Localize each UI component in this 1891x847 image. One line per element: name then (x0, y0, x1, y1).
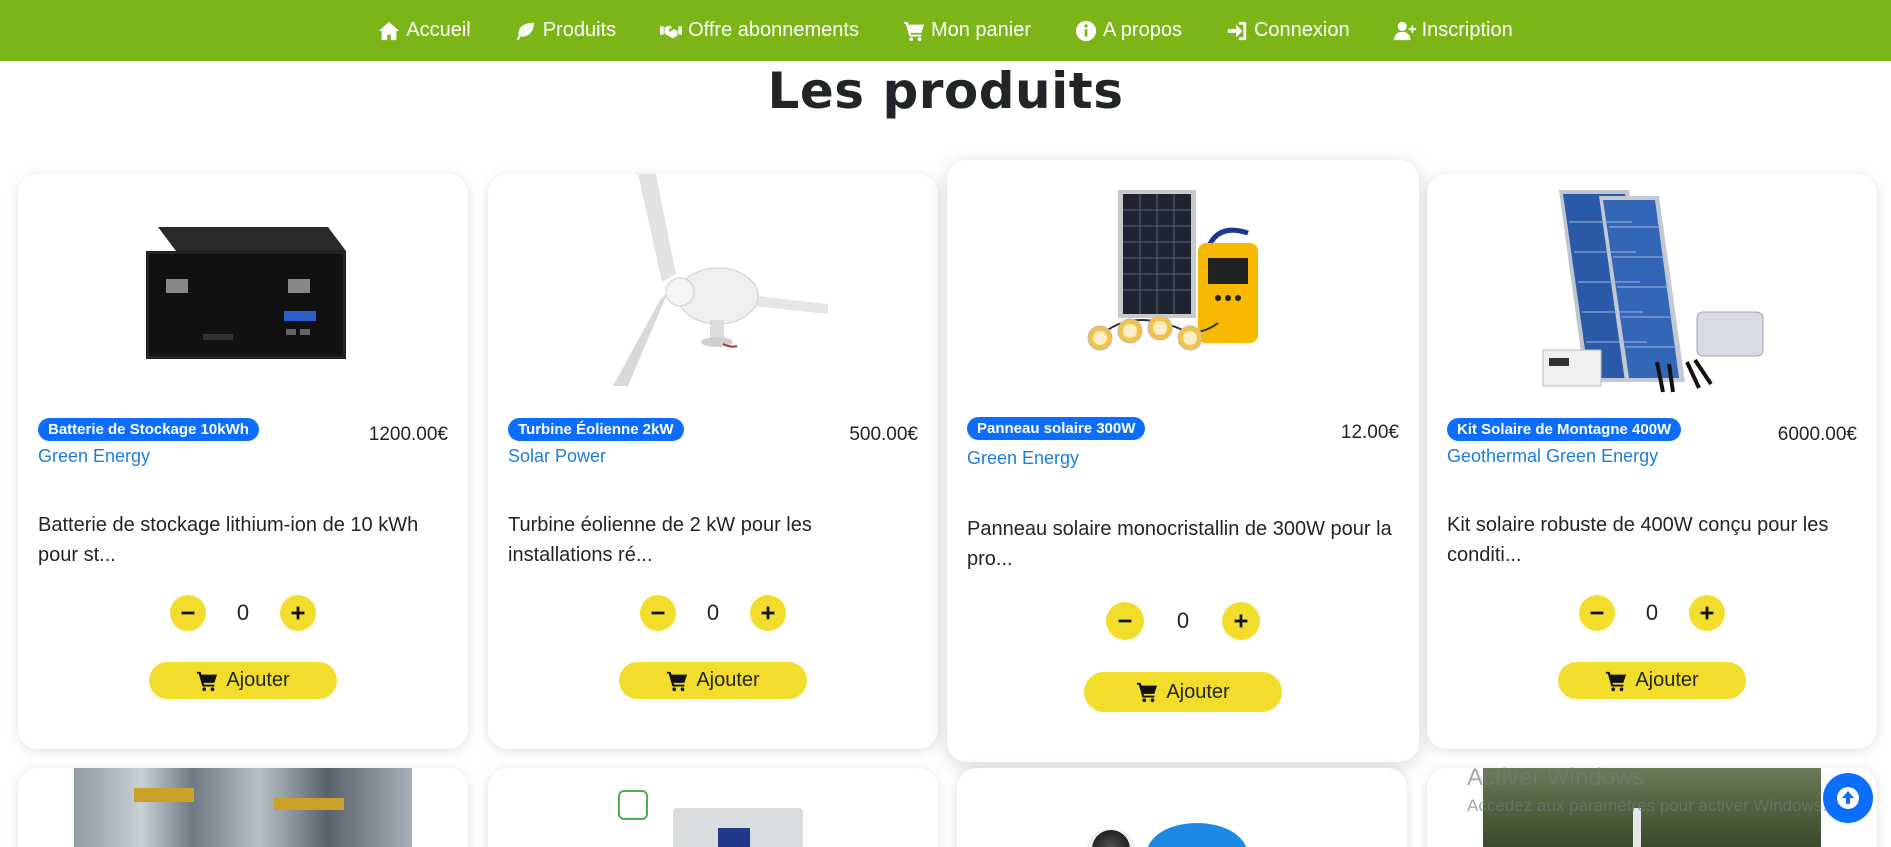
solar-kit-image (947, 188, 1419, 358)
increment-button[interactable] (1689, 595, 1725, 631)
add-label: Ajouter (1166, 680, 1230, 703)
cart-icon (1606, 671, 1627, 691)
cart-icon (1137, 682, 1158, 703)
add-label: Ajouter (226, 669, 290, 691)
leaf-icon (516, 22, 534, 40)
nav-item-mon-panier[interactable]: Mon panier (881, 0, 1053, 61)
product-description: Batterie de stockage lithium-ion de 10 k… (38, 514, 419, 566)
product-brand[interactable]: Green Energy (38, 446, 150, 467)
plus-icon (1234, 614, 1248, 628)
quantity-value: 0 (1645, 600, 1659, 625)
nav-item-offre-abonnements[interactable]: Offre abonnements (638, 0, 881, 61)
add-label: Ajouter (1635, 669, 1699, 691)
product-price: 500.00€ (849, 424, 918, 445)
minus-icon (1118, 619, 1132, 623)
product-card: Panneau solaire 300W 12.00€ Green Energy… (947, 160, 1419, 762)
page-title: Les produits (767, 62, 1124, 120)
product-card: Batterie de Stockage 10kWh 1200.00€ Gree… (18, 174, 468, 749)
product-card: Turbine Éolienne 2kW 500.00€ Solar Power… (488, 174, 938, 749)
nav-label: A propos (1103, 19, 1182, 41)
handshake-icon (660, 25, 683, 38)
product-brand[interactable]: Solar Power (508, 446, 606, 467)
decrement-button[interactable] (170, 595, 206, 631)
product-price: 6000.00€ (1777, 424, 1857, 445)
add-to-cart-button[interactable]: Ajouter (619, 662, 807, 699)
battery-image (18, 199, 468, 369)
cart-icon (667, 671, 688, 691)
product-card (957, 768, 1407, 847)
decrement-button[interactable] (1106, 602, 1144, 640)
product-price: 12.00€ (1340, 422, 1399, 443)
increment-button[interactable] (1222, 602, 1260, 640)
nav-item-produits[interactable]: Produits (493, 0, 638, 61)
heat-pump-image (1087, 823, 1277, 847)
industrial-pipes-image (74, 768, 412, 847)
product-card (18, 768, 468, 847)
user-plus-icon (1393, 21, 1416, 40)
nav-item-connexion[interactable]: Connexion (1204, 0, 1372, 61)
quantity-value: 0 (236, 600, 250, 625)
cart-icon (903, 21, 925, 41)
add-to-cart-button[interactable]: Ajouter (149, 662, 337, 699)
scroll-to-top-button[interactable] (1823, 773, 1873, 823)
quantity-value: 0 (1176, 608, 1190, 633)
add-to-cart-button[interactable]: Ajouter (1084, 672, 1282, 712)
decrement-button[interactable] (1579, 595, 1615, 631)
minus-icon (651, 611, 665, 615)
minus-icon (1590, 611, 1604, 615)
home-icon (379, 21, 400, 40)
nav-item-a-propos[interactable]: A propos (1053, 0, 1204, 61)
nav-label: Inscription (1421, 19, 1513, 41)
increment-button[interactable] (750, 595, 786, 631)
product-brand[interactable]: Green Energy (967, 448, 1079, 469)
product-name-badge: Kit Solaire de Montagne 400W (1447, 418, 1682, 441)
product-description: Kit solaire robuste de 400W conçu pour l… (1447, 514, 1829, 566)
sign-in-icon (1227, 21, 1247, 40)
minus-icon (181, 611, 195, 615)
windows-activation-watermark: Activer Windows Accédez aux paramètres p… (1467, 764, 1827, 816)
plus-icon (761, 606, 775, 620)
plus-icon (291, 606, 305, 620)
product-card: Kit Solaire de Montagne 400W 6000.00€ Ge… (1427, 174, 1877, 749)
add-to-cart-button[interactable]: Ajouter (1558, 662, 1746, 699)
watermark-title: Activer Windows (1467, 764, 1645, 791)
quantity-value: 0 (706, 600, 720, 625)
info-icon (1075, 20, 1097, 41)
quantity-stepper: 0 (947, 602, 1419, 640)
inverter-image (618, 778, 848, 847)
main-navbar: Accueil Produits Offre abonnements Mon p… (0, 0, 1891, 61)
product-price: 1200.00€ (368, 424, 448, 445)
nav-label: Connexion (1253, 19, 1350, 41)
nav-label: Offre abonnements (688, 19, 859, 41)
nav-item-inscription[interactable]: Inscription (1372, 0, 1535, 61)
nav-item-accueil[interactable]: Accueil (356, 0, 492, 61)
solar-panels-image (1427, 182, 1877, 394)
watermark-subtitle: Accédez aux paramètres pour activer Wind… (1467, 796, 1827, 815)
nav-label: Mon panier (930, 19, 1032, 41)
add-label: Ajouter (696, 669, 760, 691)
wind-turbine-image (488, 174, 938, 386)
quantity-stepper: 0 (1427, 595, 1877, 631)
quantity-stepper: 0 (488, 595, 938, 631)
product-description: Turbine éolienne de 2 kW pour les instal… (508, 514, 812, 566)
product-brand[interactable]: Geothermal Green Energy (1447, 446, 1658, 467)
nav-label: Accueil (406, 19, 471, 41)
arrow-up-circle-icon (1837, 787, 1859, 809)
product-name-badge: Panneau solaire 300W (967, 417, 1146, 440)
nav-label: Produits (542, 19, 617, 41)
increment-button[interactable] (280, 595, 316, 631)
product-name-badge: Batterie de Stockage 10kWh (38, 418, 259, 441)
product-name-badge: Turbine Éolienne 2kW (508, 418, 684, 441)
decrement-button[interactable] (640, 595, 676, 631)
cart-icon (197, 671, 218, 691)
product-card (488, 768, 938, 847)
quantity-stepper: 0 (18, 595, 468, 631)
plus-icon (1700, 606, 1714, 620)
product-description: Panneau solaire monocristallin de 300W p… (967, 518, 1392, 570)
